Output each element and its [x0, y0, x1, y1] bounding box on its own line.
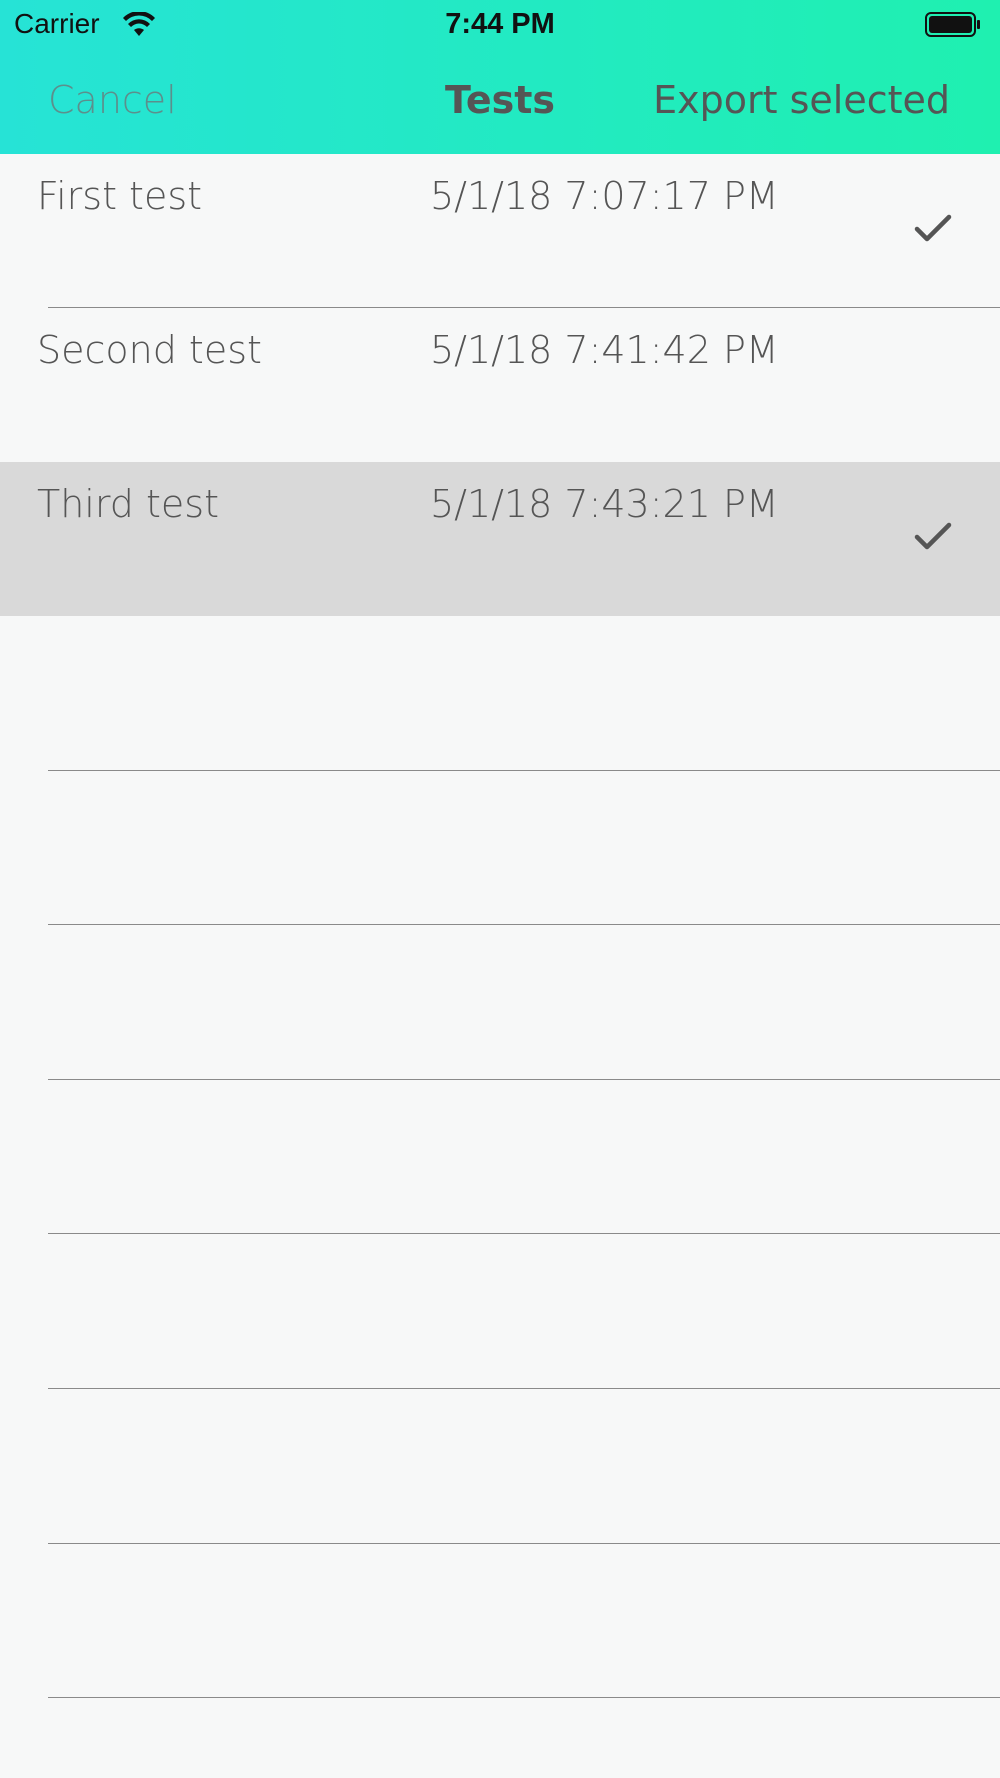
battery-full-icon [925, 12, 980, 37]
export-selected-button[interactable]: Export selected [653, 78, 950, 122]
test-name: First test [37, 174, 203, 218]
list-item-third-test[interactable]: Third test 5/1/18 7:43:21 PM [0, 462, 1000, 616]
empty-row [0, 1234, 1000, 1389]
empty-row [0, 771, 1000, 926]
divider [48, 1697, 1000, 1699]
test-date: 5/1/18 7:41:42 PM [430, 328, 779, 372]
empty-row [0, 925, 1000, 1080]
test-date: 5/1/18 7:43:21 PM [430, 482, 779, 526]
checkmark-icon [914, 214, 952, 242]
status-time: 7:44 PM [445, 8, 555, 40]
test-name: Second test [37, 328, 262, 372]
list-item-first-test[interactable]: First test 5/1/18 7:07:17 PM [0, 154, 1000, 308]
tests-list: First test 5/1/18 7:07:17 PM Second test… [0, 154, 1000, 1699]
test-date: 5/1/18 7:07:17 PM [430, 174, 779, 218]
empty-row [0, 1389, 1000, 1544]
empty-row [0, 1080, 1000, 1235]
checkmark-icon [914, 522, 952, 550]
empty-row [0, 616, 1000, 771]
list-item-second-test[interactable]: Second test 5/1/18 7:41:42 PM [0, 308, 1000, 462]
header: Carrier 7:44 PM Cancel Tests Export sele… [0, 0, 1000, 154]
status-bar: Carrier 7:44 PM [0, 0, 1000, 50]
test-name: Third test [37, 482, 219, 526]
nav-bar: Cancel Tests Export selected [0, 62, 1000, 142]
empty-row [0, 1544, 1000, 1699]
